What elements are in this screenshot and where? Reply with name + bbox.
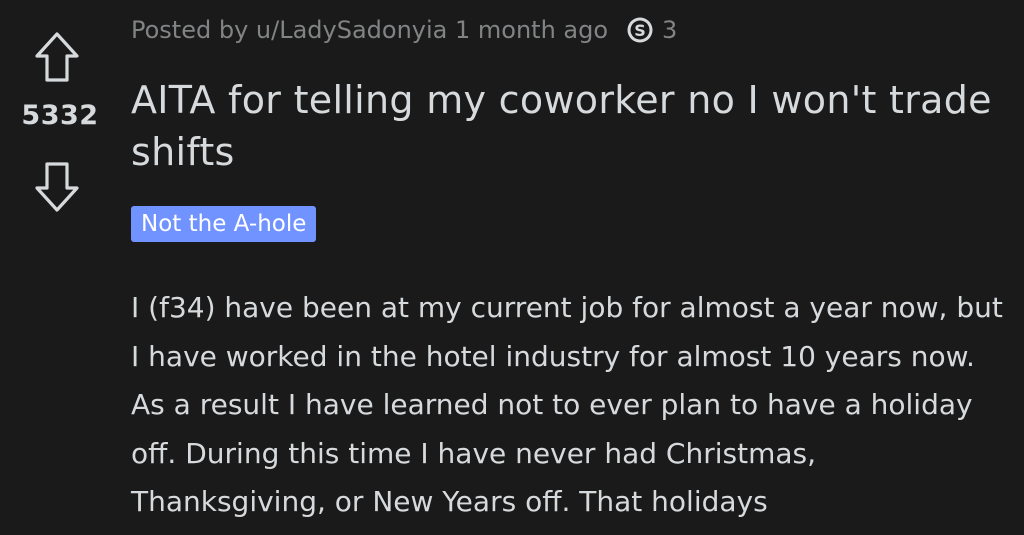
downvote-button[interactable] <box>28 156 86 218</box>
upvote-arrow-icon <box>35 32 79 82</box>
post-meta-text[interactable]: Posted by u/LadySadonyia 1 month ago <box>131 16 608 44</box>
post-flair[interactable]: Not the A-hole <box>131 206 317 242</box>
award-badge[interactable]: S 3 <box>626 16 677 44</box>
post-title[interactable]: AITA for telling my coworker no I won't … <box>131 74 1001 178</box>
downvote-arrow-icon <box>35 162 79 212</box>
post-meta: Posted by u/LadySadonyia 1 month ago S 3 <box>131 10 677 50</box>
svg-text:S: S <box>634 21 646 40</box>
upvote-button[interactable] <box>28 26 86 88</box>
silver-award-icon: S <box>627 17 653 43</box>
vote-score: 5332 <box>21 100 99 131</box>
post-body: I (f34) have been at my current job for … <box>131 291 1003 518</box>
vote-column: 5332 <box>0 0 120 535</box>
award-count: 3 <box>662 16 678 44</box>
